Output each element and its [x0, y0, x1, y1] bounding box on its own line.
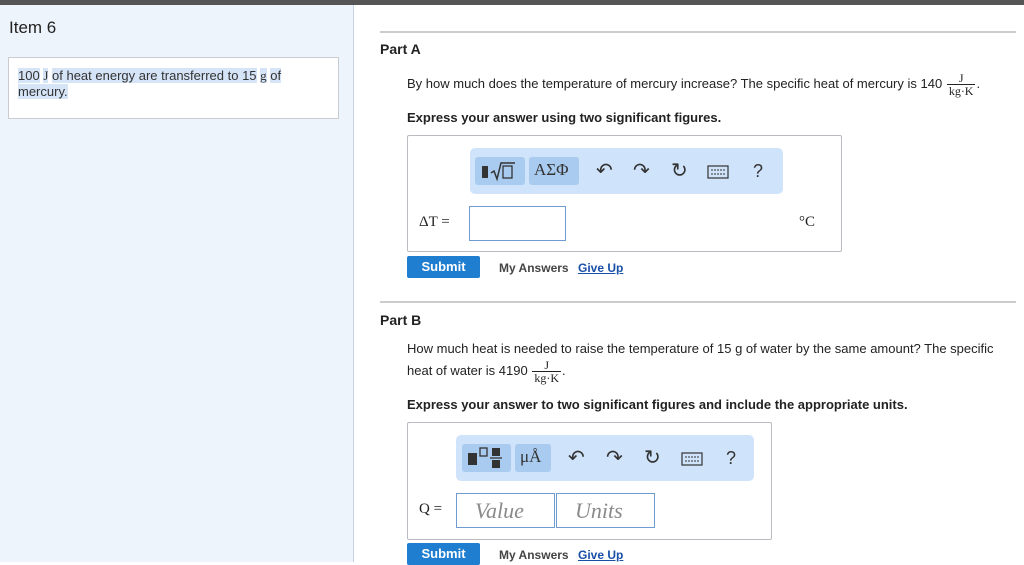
part-b-toolbar: μÅ ↶ ↷ ↻ ? [456, 435, 754, 481]
part-b-my-answers[interactable]: My Answers [499, 548, 569, 562]
part-b-question-line1: How much heat is needed to raise the tem… [407, 341, 994, 356]
part-a-symbols-label: ΑΣΦ [534, 160, 569, 179]
part-b-answer-box: μÅ ↶ ↷ ↻ ? Q = Value Units [407, 422, 772, 540]
part-b-answer-label: Q = [419, 501, 443, 517]
part-a-separator [380, 31, 1016, 33]
part-b-separator [380, 301, 1016, 303]
part-a-title: Part A [380, 41, 421, 57]
problem-unit-energy: J [43, 68, 49, 83]
part-a-unit-num: J [958, 71, 964, 85]
sqrt-template-icon [482, 162, 515, 182]
undo-icon[interactable]: ↶ [596, 159, 613, 183]
fraction-template-icon [468, 447, 502, 468]
part-b-units-label: μÅ [520, 447, 542, 466]
part-a-answer-box: ΑΣΦ ↶ ↷ ↻ ? ΔT = °C [407, 135, 842, 252]
value-placeholder: Value [475, 498, 524, 523]
part-b-value-input[interactable]: Value [456, 493, 555, 528]
help-icon[interactable]: ? [726, 446, 736, 470]
part-b-template-button[interactable] [462, 444, 511, 472]
part-a-unit-label: °C [799, 214, 816, 230]
part-a-my-answers[interactable]: My Answers [499, 261, 569, 275]
part-a-question-end: . [976, 75, 981, 91]
part-b-give-up[interactable]: Give Up [578, 548, 623, 562]
part-a-toolbar: ΑΣΦ ↶ ↷ ↻ ? [470, 148, 783, 194]
units-placeholder: Units [575, 498, 623, 523]
keyboard-svg [707, 165, 729, 179]
part-a-unit-fraction: J kg·K [946, 71, 976, 98]
part-b-unit-fraction: J kg·K [532, 359, 561, 384]
part-a-instruction: Express your answer using two significan… [407, 110, 722, 125]
keyboard-svg [681, 452, 703, 466]
part-a-question: By how much does the temperature of merc… [407, 72, 980, 97]
problem-unit-mass: g [260, 68, 267, 83]
redo-icon[interactable]: ↷ [633, 159, 650, 183]
part-a-give-up[interactable]: Give Up [578, 261, 623, 275]
part-b-instruction: Express your answer to two significant f… [407, 397, 908, 412]
part-a-symbols-button[interactable]: ΑΣΦ [529, 157, 579, 185]
part-b-units-button[interactable]: μÅ [515, 444, 551, 472]
part-b-title: Part B [380, 312, 422, 328]
part-b-question-line2: heat of water is 4190 [407, 362, 528, 378]
redo-icon[interactable]: ↷ [606, 446, 623, 470]
undo-icon[interactable]: ↶ [568, 446, 585, 470]
problem-text-end-1: of [270, 68, 282, 83]
problem-statement: 100 J of heat energy are transferred to … [8, 57, 339, 119]
keyboard-icon[interactable] [707, 161, 729, 185]
part-b-question-end: . [562, 362, 566, 378]
item-title: Item 6 [9, 18, 57, 37]
problem-amount: 100 [18, 68, 40, 83]
problem-text-mid: of heat energy are transferred to 15 [52, 68, 257, 83]
part-a-question-text: By how much does the temperature of merc… [407, 75, 943, 91]
help-icon[interactable]: ? [753, 159, 763, 183]
part-a-submit-button[interactable]: Submit [407, 256, 480, 278]
problem-text-end-2: mercury. [18, 84, 68, 99]
part-b-question: How much heat is needed to raise the tem… [407, 339, 994, 384]
reset-icon[interactable]: ↻ [644, 446, 661, 470]
part-b-unit-num: J [544, 358, 549, 372]
keyboard-icon[interactable] [681, 448, 703, 472]
part-b-unit-den: kg·K [532, 371, 561, 385]
part-a-unit-den: kg·K [946, 84, 976, 98]
left-panel: Item 6 100 J of heat energy are transfer… [0, 5, 354, 562]
part-b-units-input[interactable]: Units [556, 493, 655, 528]
part-a-answer-label: ΔT = [419, 214, 450, 230]
reset-icon[interactable]: ↻ [671, 159, 688, 183]
part-a-template-button[interactable] [475, 157, 525, 185]
part-a-answer-input[interactable] [469, 206, 566, 241]
